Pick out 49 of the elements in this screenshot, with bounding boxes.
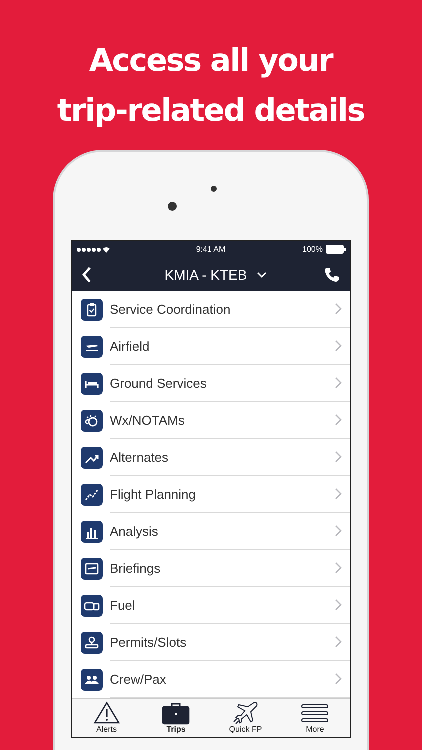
chevron-icon [335, 562, 342, 574]
tab-button[interactable]: Quick FP [211, 699, 280, 737]
section-icon [81, 520, 103, 542]
headline: trip-related details [57, 92, 365, 131]
menu-item[interactable]: Service Coordination [72, 291, 350, 328]
section-icon [81, 336, 103, 358]
menu-item[interactable]: Fuel [72, 587, 350, 624]
chevron-icon [335, 525, 342, 537]
section-icon [81, 558, 103, 580]
speaker-icon [211, 186, 217, 192]
section-icon [81, 446, 103, 468]
section-icon [81, 594, 103, 616]
chevron-icon [335, 377, 342, 389]
section-icon [81, 372, 103, 394]
chevron-icon [335, 303, 342, 315]
chevron-icon [335, 599, 342, 611]
section-icon [81, 632, 103, 654]
camera-icon [168, 202, 177, 211]
tab-button[interactable]: More [280, 699, 350, 737]
briefcase-icon [162, 701, 190, 725]
airplane-icon [232, 701, 260, 725]
menu-item[interactable]: Permits/Slots [72, 624, 350, 661]
tab-button[interactable]: Alerts [72, 699, 142, 737]
headline: Access all your [89, 42, 333, 81]
signal-icon [76, 246, 110, 254]
chevron-icon [335, 488, 342, 500]
menu-item[interactable]: Wx/NOTAMs [72, 402, 350, 439]
caret-icon [257, 272, 268, 278]
menu-item[interactable]: Airfield [72, 328, 350, 365]
status-time: 9:41 AM [196, 245, 226, 254]
tab-button[interactable]: Trips [142, 699, 211, 737]
warning-icon [92, 701, 121, 725]
section-icon [81, 668, 103, 690]
section-icon [81, 410, 103, 432]
battery-level: 100% [302, 245, 323, 254]
menu-item[interactable]: Ground Services [72, 365, 350, 402]
chevron-icon [335, 414, 342, 426]
menu-item[interactable]: Alternates [72, 439, 350, 476]
menu-item[interactable]: Analysis [72, 513, 350, 550]
chevron-icon [335, 673, 342, 685]
chevron-icon [335, 451, 342, 463]
chevron-icon [335, 636, 342, 648]
chevron-icon [335, 340, 342, 352]
section-icon [81, 484, 103, 506]
menu-item[interactable]: Briefings [72, 550, 350, 587]
section-icon [81, 298, 103, 320]
battery-icon [326, 245, 346, 254]
menu-item[interactable]: Flight Planning [72, 476, 350, 513]
trip-selector[interactable]: KMIA - KTEB [164, 266, 268, 282]
